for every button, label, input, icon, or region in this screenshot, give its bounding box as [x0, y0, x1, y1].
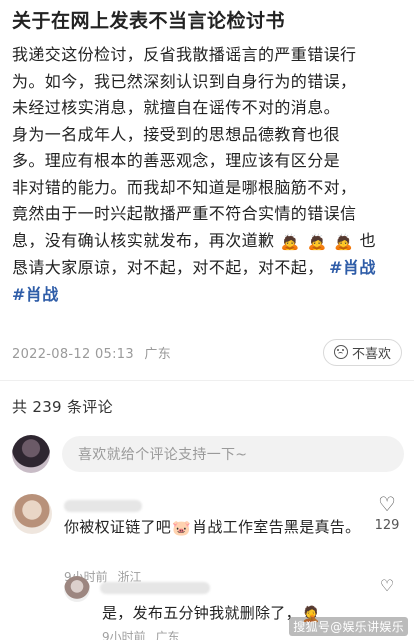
reply-location: 广东: [155, 630, 180, 640]
hashtag-link[interactable]: #肖战: [12, 285, 59, 304]
comment-input[interactable]: 喜欢就给个评论支持一下~: [62, 436, 404, 472]
username-blurred[interactable]: [64, 500, 142, 512]
post-date: 2022-08-12 05:13: [12, 346, 134, 362]
post-line: 竟然由于一时兴起散播严重不符合实情的错误信: [12, 204, 357, 223]
post-title: 关于在网上发表不当言论检讨书: [12, 10, 286, 32]
compose-row: 喜欢就给个评论支持一下~: [12, 432, 404, 476]
comment-count: 共 239 条评论: [12, 398, 113, 416]
like-button[interactable]: ♡ 129: [372, 494, 402, 533]
title-bar: 关于在网上发表不当言论检讨书: [0, 0, 414, 38]
pig-emoji-icon: 🐷: [172, 519, 192, 537]
reply-meta: 9小时前 广东: [102, 628, 185, 640]
post-line: 为。如今，我已然深刻认识到自身行为的错误，: [12, 71, 357, 91]
watermark: 搜狐号@娱乐讲娱乐: [289, 617, 408, 636]
post-line: 我递交这份检讨，反省我散播谣言的严重错误行: [12, 45, 357, 64]
post-body: 我递交这份检讨，反省我散播谣言的严重错误行 为。如今，我已然深刻认识到自身行为的…: [12, 42, 404, 308]
bow-emoji-icon: 🙇: [307, 232, 327, 251]
post-line: 非对错的能力。而我却不知道是哪根脑筋不对，: [12, 177, 357, 197]
comment-text-part: 肖战工作室告黑是真告。: [192, 518, 361, 536]
dislike-button[interactable]: 不喜欢: [322, 338, 402, 366]
post-line: 身为一名成年人，接受到的思想品德教育也很: [12, 124, 341, 144]
reply-text-part: 是，发布五分钟我就删除了，: [102, 604, 301, 622]
post-line: 未经过核实消息，就擅自在谣传不对的消息。: [12, 98, 341, 117]
hashtag-link[interactable]: #肖战: [329, 258, 376, 277]
like-count: 129: [374, 518, 400, 533]
post-meta-row: 2022-08-12 05:13 广东 不喜欢: [12, 338, 402, 366]
post-line-with-emoji: 息，没有确认核实就发布，再次道歉 🙇 🙇 🙇 也: [12, 228, 404, 256]
post-line-text: 恳请大家原谅，对不起，对不起，对不起，: [12, 258, 324, 277]
heart-icon: ♡: [378, 492, 396, 516]
post-line: 多。理应有根本的善恶观念，理应该有区分是: [12, 151, 341, 170]
comment-text-part: 你被权证链了吧: [64, 518, 172, 536]
bow-emoji-icon: 🙇: [280, 232, 300, 251]
comment-text[interactable]: 你被权证链了吧🐷肖战工作室告黑是真告。: [64, 516, 364, 540]
avatar[interactable]: [12, 435, 50, 473]
dislike-label: 不喜欢: [351, 346, 391, 362]
avatar[interactable]: [64, 576, 90, 602]
heart-icon: ♡: [379, 576, 395, 595]
avatar[interactable]: [12, 494, 52, 534]
username-blurred[interactable]: [100, 582, 210, 594]
bow-emoji-icon: 🙇: [334, 232, 354, 251]
post-line-with-hashtag: 恳请大家原谅，对不起，对不起，对不起， #肖战: [12, 255, 404, 282]
divider: [0, 380, 414, 381]
post-line-tail: 也: [359, 230, 377, 250]
post-line-hashtag: #肖战: [12, 282, 404, 309]
dislike-face-icon: [333, 345, 348, 359]
post-line-text: 息，没有确认核实就发布，再次道歉: [12, 230, 275, 250]
post-meta: 2022-08-12 05:13 广东: [12, 343, 177, 362]
reply-time: 9小时前: [102, 630, 146, 640]
like-button[interactable]: ♡: [372, 576, 402, 596]
post-location: 广东: [144, 346, 171, 362]
